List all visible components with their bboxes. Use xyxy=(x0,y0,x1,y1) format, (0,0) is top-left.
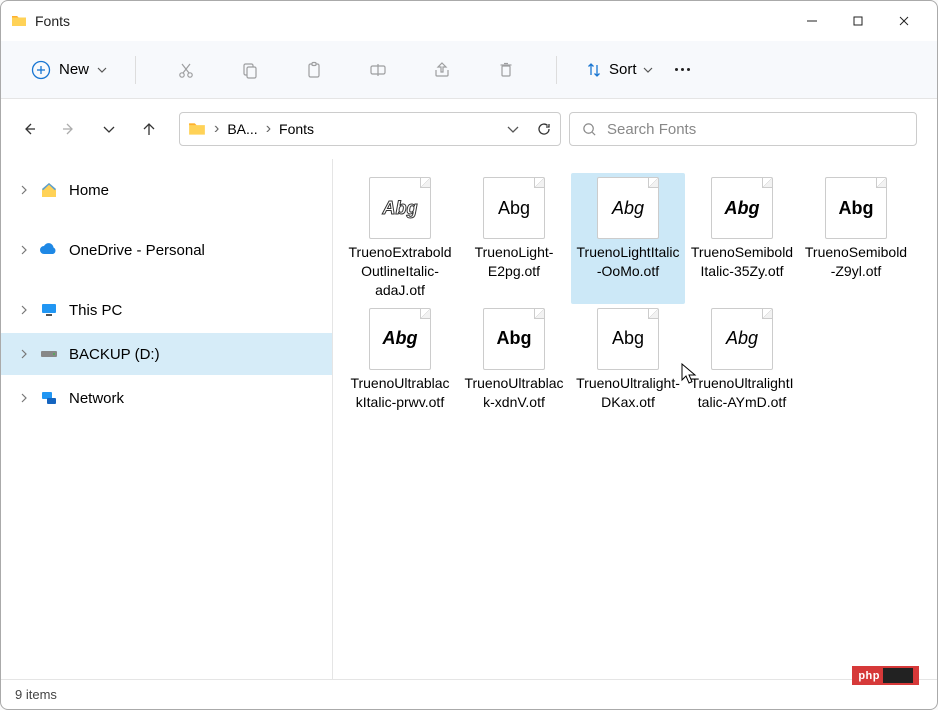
new-label: New xyxy=(59,61,89,78)
file-name: TruenoUltralight-DKax.otf xyxy=(575,374,681,412)
chevron-right-icon xyxy=(19,245,29,255)
sidebar-item-label: BACKUP (D:) xyxy=(69,346,160,363)
font-thumb: Abg xyxy=(483,177,545,239)
file-name: TruenoExtraboldOutlineItalic-adaJ.otf xyxy=(347,243,453,300)
status-items: 9 items xyxy=(15,687,57,702)
watermark-badge: php xyxy=(852,666,919,685)
address-bar[interactable]: › BA... › Fonts xyxy=(179,112,561,146)
font-thumb: Abg xyxy=(711,308,773,370)
file-item[interactable]: Abg TruenoUltralightItalic-AYmD.otf xyxy=(685,304,799,416)
minimize-button[interactable] xyxy=(789,5,835,37)
chevron-right-icon: › xyxy=(214,120,219,138)
file-name: TruenoUltrablackItalic-prwv.otf xyxy=(347,374,453,412)
nav-arrows xyxy=(21,121,157,137)
sidebar-item-label: Home xyxy=(69,182,109,199)
chevron-down-icon[interactable] xyxy=(506,122,520,136)
search-icon xyxy=(582,122,597,137)
sidebar: Home OneDrive - Personal This PC BACKUP (D:… xyxy=(1,159,333,679)
font-thumb: Abg xyxy=(597,177,659,239)
font-thumb: Abg xyxy=(369,177,431,239)
separator xyxy=(135,56,136,84)
file-name: TruenoSemibold-Z9yl.otf xyxy=(803,243,909,281)
recent-button[interactable] xyxy=(101,121,117,137)
chevron-right-icon xyxy=(19,305,29,315)
file-grid: AbgTruenoExtraboldOutlineItalic-adaJ.otf… xyxy=(343,173,927,415)
file-item[interactable]: Abg TruenoUltrablackItalic-prwv.otf xyxy=(343,304,457,416)
maximize-button[interactable] xyxy=(835,5,881,37)
file-name: TruenoUltrablack-xdnV.otf xyxy=(461,374,567,412)
chevron-right-icon: › xyxy=(266,120,271,138)
explorer-window: Fonts New Sort xyxy=(0,0,938,710)
more-button[interactable] xyxy=(663,62,702,77)
font-thumb: Abg xyxy=(483,308,545,370)
chevron-right-icon xyxy=(19,393,29,403)
sort-button[interactable]: Sort xyxy=(575,55,663,85)
sidebar-item-drive[interactable]: BACKUP (D:) xyxy=(1,333,332,375)
sidebar-item-label: Network xyxy=(69,390,124,407)
sidebar-item-onedrive[interactable]: OneDrive - Personal xyxy=(1,229,332,271)
breadcrumb-item[interactable]: Fonts xyxy=(279,121,314,137)
sort-label: Sort xyxy=(609,61,637,78)
sidebar-item-home[interactable]: Home xyxy=(1,169,332,211)
sidebar-item-label: This PC xyxy=(69,302,122,319)
breadcrumb-item[interactable]: BA... xyxy=(227,121,257,137)
sidebar-item-thispc[interactable]: This PC xyxy=(1,289,332,331)
file-name: TruenoUltralightItalic-AYmD.otf xyxy=(689,374,795,412)
search-input[interactable] xyxy=(607,121,904,138)
address-row: › BA... › Fonts xyxy=(1,99,937,159)
share-button[interactable] xyxy=(422,50,462,90)
back-button[interactable] xyxy=(21,121,37,137)
file-item[interactable]: Abg TruenoSemibold-Z9yl.otf xyxy=(799,173,913,304)
chevron-right-icon xyxy=(19,185,29,195)
chevron-right-icon xyxy=(19,349,29,359)
status-bar: 9 items xyxy=(1,679,937,709)
cut-button[interactable] xyxy=(166,50,206,90)
font-thumb: Abg xyxy=(711,177,773,239)
dot-icon xyxy=(675,68,678,71)
file-item[interactable]: Abg TruenoSemiboldItalic-35Zy.otf xyxy=(685,173,799,304)
font-thumb: Abg xyxy=(825,177,887,239)
paste-button[interactable] xyxy=(294,50,334,90)
window-controls xyxy=(789,5,927,37)
content-area[interactable]: AbgTruenoExtraboldOutlineItalic-adaJ.otf… xyxy=(333,159,937,679)
chevron-down-icon xyxy=(643,65,653,75)
dot-icon xyxy=(687,68,690,71)
new-button[interactable]: New xyxy=(21,54,117,86)
file-name: TruenoLightItalic-OoMo.otf xyxy=(575,243,681,281)
file-item[interactable]: Abg TruenoLight-E2pg.otf xyxy=(457,173,571,304)
sidebar-item-network[interactable]: Network xyxy=(1,377,332,419)
close-button[interactable] xyxy=(881,5,927,37)
file-item[interactable]: Abg TruenoLightItalic-OoMo.otf xyxy=(571,173,685,304)
sort-icon xyxy=(585,61,603,79)
rename-button[interactable] xyxy=(358,50,398,90)
font-thumb: Abg xyxy=(597,308,659,370)
toolbar: New Sort xyxy=(1,41,937,99)
refresh-button[interactable] xyxy=(536,121,552,137)
delete-button[interactable] xyxy=(486,50,526,90)
dot-icon xyxy=(681,68,684,71)
file-item[interactable]: AbgTruenoExtraboldOutlineItalic-adaJ.otf xyxy=(343,173,457,304)
search-box[interactable] xyxy=(569,112,917,146)
folder-icon xyxy=(11,13,27,29)
forward-button[interactable] xyxy=(61,121,77,137)
sidebar-item-label: OneDrive - Personal xyxy=(69,242,205,259)
file-name: TruenoLight-E2pg.otf xyxy=(461,243,567,281)
copy-button[interactable] xyxy=(230,50,270,90)
folder-icon xyxy=(188,120,206,138)
plus-circle-icon xyxy=(31,60,51,80)
main-area: Home OneDrive - Personal This PC BACKUP (D:… xyxy=(1,159,937,679)
font-thumb: Abg xyxy=(369,308,431,370)
separator xyxy=(556,56,557,84)
chevron-down-icon xyxy=(97,65,107,75)
up-button[interactable] xyxy=(141,121,157,137)
file-item[interactable]: Abg TruenoUltralight-DKax.otf xyxy=(571,304,685,416)
file-name: TruenoSemiboldItalic-35Zy.otf xyxy=(689,243,795,281)
file-item[interactable]: Abg TruenoUltrablack-xdnV.otf xyxy=(457,304,571,416)
window-title: Fonts xyxy=(35,13,70,29)
titlebar: Fonts xyxy=(1,1,937,41)
